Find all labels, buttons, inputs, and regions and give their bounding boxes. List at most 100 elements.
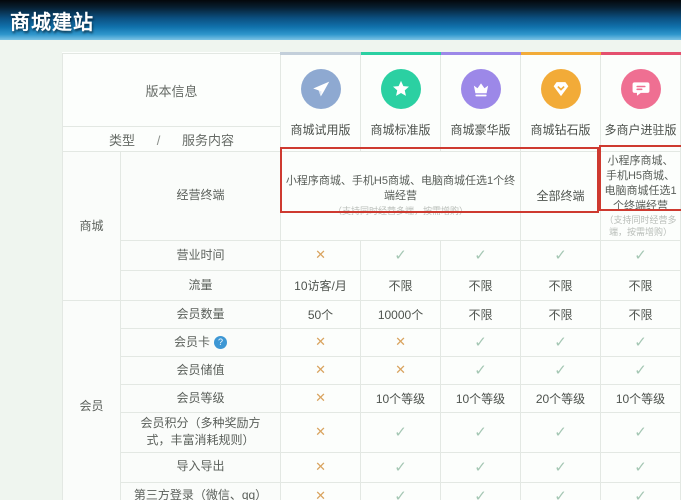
plan-name: 商城标准版 (364, 121, 437, 138)
plan-header-trial: 商城试用版 (281, 54, 361, 152)
row-label: 会员储值 (121, 356, 281, 384)
cell: 10个等级 (441, 384, 521, 412)
pricing-table: 版本信息 商城试用版 商城标准版 商城 (62, 52, 680, 500)
star-icon (381, 69, 421, 109)
cell: ✓ (441, 452, 521, 482)
table-row: 营业时间 ✕ ✓ ✓ ✓ ✓ (63, 240, 681, 270)
row-label: 会员等级 (121, 384, 281, 412)
cell: 不限 (441, 270, 521, 300)
cell: 不限 (441, 300, 521, 328)
cell: ✕ (361, 356, 441, 384)
plan-header-diamond: 商城钻石版 (521, 54, 601, 152)
help-icon[interactable]: ? (214, 336, 227, 349)
terminal-main-text: 小程序商城、手机H5商城、电脑商城任选1个终端经营 (284, 174, 517, 204)
version-info-label: 版本信息 (63, 54, 281, 127)
table-row: 流量 10访客/月 不限 不限 不限 不限 (63, 270, 681, 300)
cell: ✓ (601, 412, 681, 452)
row-label-membercard: 会员卡? (121, 328, 281, 356)
table-row: 会员等级 ✕ 10个等级 10个等级 20个等级 10个等级 (63, 384, 681, 412)
category-mall: 商城 (63, 152, 121, 301)
cell: ✓ (601, 328, 681, 356)
cell: ✓ (601, 240, 681, 270)
plan-name: 商城钻石版 (524, 121, 597, 138)
cell: 10个等级 (601, 384, 681, 412)
cell: ✓ (361, 482, 441, 500)
table-row-terminal: 商城 经营终端 小程序商城、手机H5商城、电脑商城任选1个终端经营 （支持同时经… (63, 152, 681, 241)
cell: ✕ (281, 412, 361, 452)
cell: ✕ (281, 482, 361, 500)
cell: ✕ (281, 452, 361, 482)
row-label: 经营终端 (121, 152, 281, 241)
cell: 50个 (281, 300, 361, 328)
cell: ✓ (441, 356, 521, 384)
page-title: 商城建站 (10, 6, 94, 35)
type-service-separator: / (157, 133, 161, 148)
cell: ✓ (441, 412, 521, 452)
cell: 10个等级 (361, 384, 441, 412)
cell: 10000个 (361, 300, 441, 328)
paper-plane-icon (301, 69, 341, 109)
cell: 不限 (521, 270, 601, 300)
cell: ✓ (361, 240, 441, 270)
cell: ✕ (281, 384, 361, 412)
terminal-sub-text: （支持同时经营多端，按需增购） (284, 206, 517, 217)
row-label: 营业时间 (121, 240, 281, 270)
cell: ✓ (601, 482, 681, 500)
cell: ✓ (601, 452, 681, 482)
page: 商城建站 版本信息 商城试用版 (0, 0, 681, 500)
cell: 20个等级 (521, 384, 601, 412)
cell: ✕ (281, 240, 361, 270)
diamond-icon (541, 69, 581, 109)
terminal-multi-cell: 小程序商城、手机H5商城、电脑商城任选1个终端经营 （支持同时经营多端，按需增购… (601, 152, 681, 241)
plan-name: 多商户进驻版 (604, 121, 677, 138)
row-label: 会员卡 (174, 335, 210, 349)
type-label: 类型 (109, 133, 135, 148)
terminal-main-text: 小程序商城、手机H5商城、电脑商城任选1个终端经营 (604, 154, 677, 213)
cell: ✓ (521, 482, 601, 500)
cell: ✓ (521, 452, 601, 482)
plan-header-standard: 商城标准版 (361, 54, 441, 152)
row-label: 第三方登录（微信、qq） (121, 482, 281, 500)
cell: ✓ (441, 328, 521, 356)
cell: ✓ (521, 412, 601, 452)
page-header: 商城建站 (0, 0, 681, 40)
header-row-version: 版本信息 商城试用版 商城标准版 商城 (63, 54, 681, 127)
cell: ✓ (521, 240, 601, 270)
cell: 10访客/月 (281, 270, 361, 300)
table-row: 会员储值 ✕ ✕ ✓ ✓ ✓ (63, 356, 681, 384)
cell: ✓ (441, 482, 521, 500)
terminal-sub-text: （支持同时经营多端，按需增购） (604, 215, 677, 238)
terminal-diamond-cell: 全部终端 (521, 152, 601, 241)
service-label: 服务内容 (182, 133, 234, 148)
plan-name: 商城试用版 (284, 121, 357, 138)
terminal-merged-cell: 小程序商城、手机H5商城、电脑商城任选1个终端经营 （支持同时经营多端，按需增购… (281, 152, 521, 241)
plan-header-multimerchant: 多商户进驻版 (601, 54, 681, 152)
cell: ✕ (281, 328, 361, 356)
table-row: 第三方登录（微信、qq） ✕ ✓ ✓ ✓ ✓ (63, 482, 681, 500)
cell: ✕ (361, 328, 441, 356)
row-label: 会员积分（多种奖励方式，丰富消耗规则） (121, 412, 281, 452)
category-member: 会员 (63, 300, 121, 500)
cell: ✓ (361, 452, 441, 482)
table-row: 导入导出 ✕ ✓ ✓ ✓ ✓ (63, 452, 681, 482)
cell: ✓ (601, 356, 681, 384)
chat-bubble-icon (621, 69, 661, 109)
cell: 不限 (521, 300, 601, 328)
cell: 不限 (601, 270, 681, 300)
table-row: 会员积分（多种奖励方式，丰富消耗规则） ✕ ✓ ✓ ✓ ✓ (63, 412, 681, 452)
row-label: 流量 (121, 270, 281, 300)
cell: ✓ (521, 356, 601, 384)
table-row: 会员卡? ✕ ✕ ✓ ✓ ✓ (63, 328, 681, 356)
row-label: 会员数量 (121, 300, 281, 328)
table-row: 会员 会员数量 50个 10000个 不限 不限 不限 (63, 300, 681, 328)
cell: ✕ (281, 356, 361, 384)
row-label: 导入导出 (121, 452, 281, 482)
type-service-header: 类型 / 服务内容 (63, 127, 281, 152)
cell: ✓ (441, 240, 521, 270)
cell: 不限 (361, 270, 441, 300)
plan-name: 商城豪华版 (444, 121, 517, 138)
crown-icon (461, 69, 501, 109)
cell: ✓ (361, 412, 441, 452)
plan-header-deluxe: 商城豪华版 (441, 54, 521, 152)
cell: 不限 (601, 300, 681, 328)
